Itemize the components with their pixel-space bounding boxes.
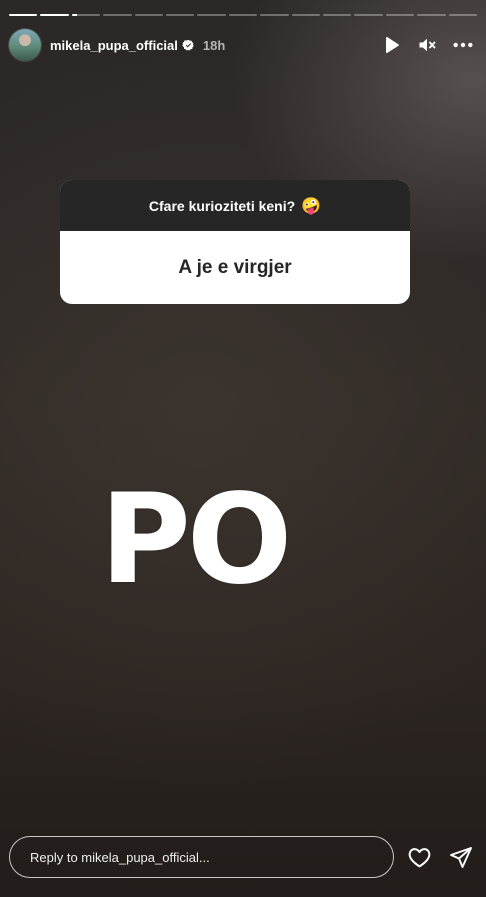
zany-face-emoji-icon: 🤪 [301,197,322,215]
progress-segment [166,14,195,16]
progress-segment [260,14,289,16]
progress-fill [71,14,78,16]
question-header: Cfare kurioziteti keni? 🤪 [60,180,410,231]
progress-fill [9,14,38,16]
progress-segment [228,14,258,16]
progress-segment [354,14,383,16]
progress-segment [103,14,132,16]
progress-fill [40,14,69,16]
post-time: 18h [202,37,226,53]
play-icon[interactable] [380,34,402,56]
send-icon[interactable] [448,844,474,870]
verified-badge-icon [182,39,195,52]
mute-icon[interactable] [416,34,438,56]
footer-actions [406,844,474,870]
progress-segment [40,14,69,16]
story-controls [380,34,474,56]
progress-segment [9,14,38,16]
progress-segment [197,14,226,16]
story-viewer: mikela_pupa_official 18h Cfare kuriozite… [0,0,486,897]
progress-segment [71,14,101,16]
question-sticker[interactable]: Cfare kurioziteti keni? 🤪 A je e virgjer [60,180,410,304]
story-footer [9,835,474,879]
more-icon[interactable] [452,34,474,56]
question-prompt: Cfare kurioziteti keni? [148,197,296,214]
overlay-text: PO [100,468,292,612]
story-progress-bar [9,14,478,17]
progress-segment [417,14,446,16]
progress-segment [323,14,352,16]
reply-input[interactable] [9,836,394,878]
avatar[interactable] [9,29,41,61]
progress-segment [448,14,478,16]
progress-segment [385,14,415,16]
username[interactable]: mikela_pupa_official [50,38,178,53]
question-answer: A je e virgjer [178,256,292,278]
progress-segment [134,14,164,16]
progress-segment [291,14,321,16]
story-header: mikela_pupa_official 18h [9,28,474,62]
heart-icon[interactable] [406,844,432,870]
